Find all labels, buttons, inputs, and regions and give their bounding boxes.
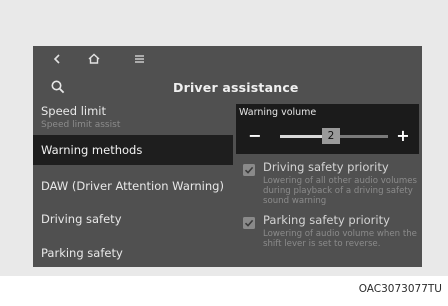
checkbox-icon[interactable] bbox=[243, 214, 255, 229]
volume-slider-handle[interactable]: 2 bbox=[322, 128, 340, 144]
home-icon[interactable] bbox=[88, 53, 100, 64]
plus-icon: + bbox=[396, 126, 410, 145]
option-label: Driving safety priority bbox=[263, 160, 389, 174]
volume-down-button[interactable]: − bbox=[246, 127, 264, 145]
sidebar-item-label: Warning methods bbox=[41, 143, 143, 157]
sidebar-item-warning-methods[interactable]: Warning methods bbox=[33, 135, 233, 165]
checkbox-icon[interactable] bbox=[243, 161, 255, 176]
option-label: Parking safety priority bbox=[263, 213, 390, 227]
back-icon[interactable] bbox=[53, 54, 61, 64]
figure-code: OAC3073077TU bbox=[358, 283, 442, 295]
menu-icon[interactable] bbox=[135, 55, 144, 63]
top-bar bbox=[33, 46, 422, 74]
sidebar-item-daw[interactable]: DAW (Driver Attention Warning) bbox=[33, 175, 233, 197]
volume-up-button[interactable]: + bbox=[394, 127, 412, 145]
warning-volume-popup: Warning volume − 2 + bbox=[236, 104, 419, 154]
sidebar-item-label: Parking safety bbox=[41, 246, 123, 260]
warning-volume-title: Warning volume bbox=[239, 107, 317, 118]
page-title: Driver assistance bbox=[173, 80, 299, 95]
sidebar-item-parking-safety[interactable]: Parking safety bbox=[33, 242, 233, 264]
infotainment-screen: Driver assistance Speed limit Speed limi… bbox=[33, 46, 422, 267]
search-icon[interactable] bbox=[51, 80, 65, 94]
sidebar-item-speed-limit[interactable]: Speed limit Speed limit assist bbox=[33, 102, 233, 132]
sidebar-item-driving-safety[interactable]: Driving safety bbox=[33, 208, 233, 230]
option-description: Lowering of audio volume when the shift … bbox=[263, 229, 417, 249]
sidebar-item-label: DAW (Driver Attention Warning) bbox=[41, 179, 224, 193]
figure-panel: Driver assistance Speed limit Speed limi… bbox=[0, 0, 448, 276]
sidebar-item-sublabel: Speed limit assist bbox=[41, 120, 121, 130]
option-description: Lowering of all other audio volumes duri… bbox=[263, 176, 418, 206]
minus-icon: − bbox=[248, 126, 262, 145]
sidebar-item-label: Speed limit bbox=[41, 104, 107, 118]
sidebar-item-label: Driving safety bbox=[41, 212, 122, 226]
